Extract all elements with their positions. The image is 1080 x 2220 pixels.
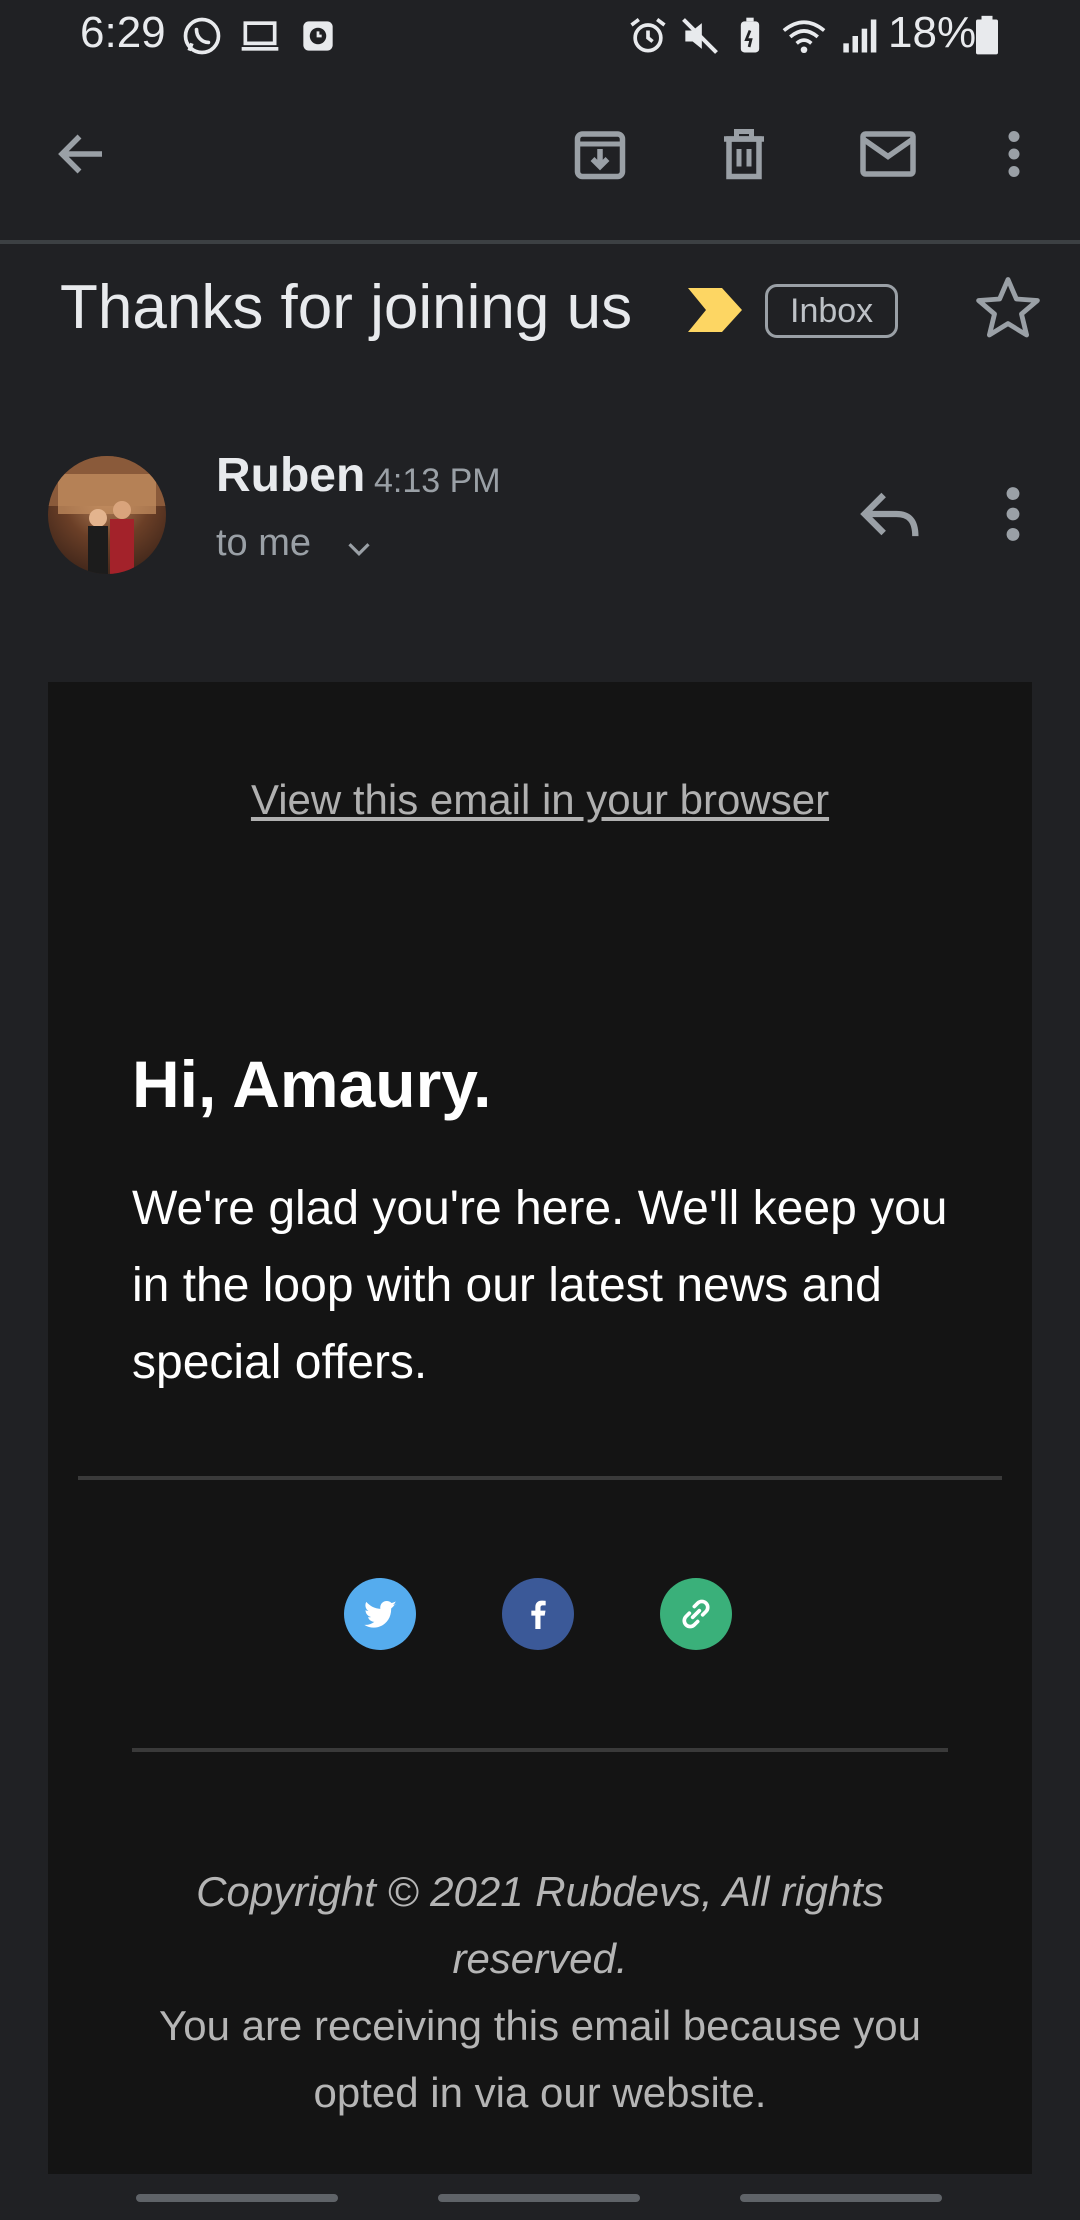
mark-unread-button[interactable] — [848, 114, 928, 194]
importance-marker-icon[interactable] — [688, 288, 742, 332]
archive-icon — [574, 131, 626, 180]
star-icon[interactable] — [972, 272, 1044, 344]
sender-avatar[interactable] — [48, 456, 166, 574]
signal-icon — [836, 14, 880, 58]
navigation-gesture-bar — [0, 2174, 1080, 2220]
more-options-button[interactable] — [974, 114, 1054, 194]
body-paragraph: We're glad you're here. We'll keep you i… — [132, 1182, 948, 1389]
twitter-button[interactable] — [344, 1578, 416, 1650]
chevron-down-icon[interactable] — [340, 530, 378, 568]
clock-app-icon — [296, 14, 340, 58]
back-button[interactable] — [42, 114, 122, 194]
mail-icon — [860, 131, 916, 177]
battery-saver-icon — [728, 14, 772, 58]
delete-button[interactable] — [704, 114, 784, 194]
divider — [78, 1476, 1002, 1480]
facebook-icon — [531, 1600, 546, 1629]
email-body: View this email in your browser Hi, Amau… — [48, 682, 1032, 2220]
battery-percentage: 18% — [888, 8, 977, 57]
sender-name: Ruben — [216, 449, 366, 502]
more-vertical-icon — [1008, 131, 1020, 177]
status-bar: 6:29 18% — [0, 0, 1080, 72]
mute-icon — [678, 14, 722, 58]
website-link-button[interactable] — [660, 1578, 732, 1650]
inbox-label-chip[interactable]: Inbox — [765, 284, 899, 338]
laptop-icon — [238, 14, 282, 58]
email-toolbar — [0, 72, 1080, 244]
trash-icon — [724, 129, 764, 180]
gesture-pill-left[interactable] — [136, 2194, 338, 2202]
divider — [132, 1748, 948, 1752]
wifi-icon — [778, 14, 830, 58]
whatsapp-icon — [180, 14, 224, 58]
message-more-icon[interactable] — [978, 476, 1048, 552]
alarm-icon — [626, 14, 670, 58]
greeting-heading: Hi, Amaury. — [132, 1047, 492, 1121]
copyright-text: Copyright © 2021 Rubdevs, All rights res… — [196, 1868, 884, 1982]
email-subject: Thanks for joining us — [60, 273, 633, 342]
gesture-pill-center[interactable] — [438, 2194, 640, 2202]
battery-icon — [970, 14, 1004, 58]
archive-button[interactable] — [560, 114, 640, 194]
twitter-icon — [364, 1600, 397, 1628]
arrow-left-icon — [58, 134, 102, 174]
view-in-browser-link[interactable]: View this email in your browser — [48, 776, 1032, 824]
link-icon — [682, 1599, 710, 1629]
status-time: 6:29 — [80, 8, 166, 57]
opt-in-notice: You are receiving this email because you… — [159, 2002, 921, 2116]
facebook-button[interactable] — [502, 1578, 574, 1650]
recipient-details[interactable]: to me — [216, 522, 311, 565]
gesture-pill-right[interactable] — [740, 2194, 942, 2202]
reply-icon[interactable] — [852, 476, 928, 552]
sent-time: 4:13 PM — [374, 462, 501, 500]
